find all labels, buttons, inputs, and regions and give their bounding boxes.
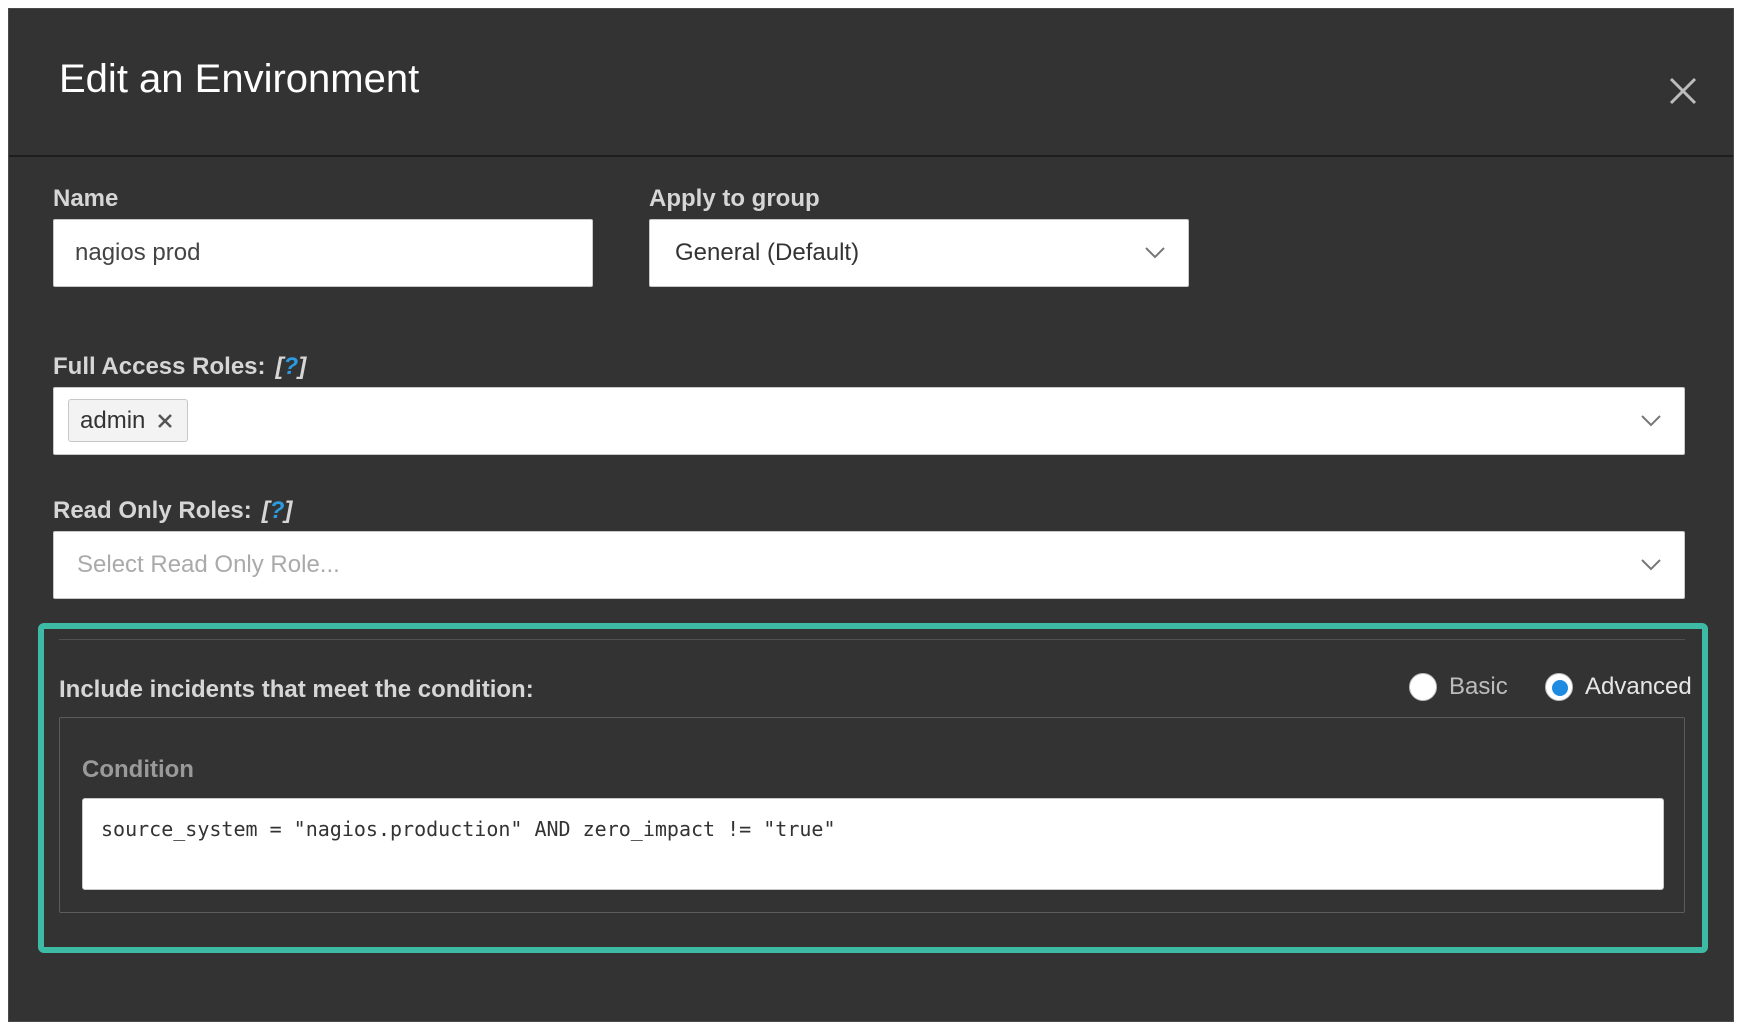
- group-select-value: General (Default): [675, 239, 860, 266]
- condition-text: source_system = "nagios.production" AND …: [101, 817, 836, 841]
- read-only-roles-label-text: Read Only Roles:: [53, 497, 252, 524]
- read-only-roles-label: Read Only Roles: [?]: [53, 497, 292, 525]
- help-question-mark: ?: [283, 353, 299, 380]
- help-bracket-open: [: [261, 497, 270, 524]
- radio-basic-circle[interactable]: [1409, 673, 1437, 701]
- modal-title: Edit an Environment: [59, 57, 420, 101]
- close-icon: [1669, 77, 1697, 105]
- chevron-down-icon: [1641, 559, 1661, 571]
- radio-basic[interactable]: Basic: [1409, 673, 1508, 701]
- group-select[interactable]: General (Default): [649, 219, 1189, 287]
- name-label: Name: [53, 185, 119, 212]
- name-input-value: nagios prod: [75, 239, 201, 266]
- condition-label: Condition: [82, 756, 194, 783]
- radio-basic-label: Basic: [1449, 673, 1508, 700]
- help-bracket-close: ]: [298, 353, 307, 380]
- role-tag: admin: [68, 399, 189, 442]
- name-input[interactable]: nagios prod: [53, 219, 593, 287]
- condition-textarea[interactable]: source_system = "nagios.production" AND …: [82, 798, 1664, 890]
- radio-advanced-label: Advanced: [1585, 673, 1692, 700]
- section-divider: [59, 639, 1685, 640]
- edit-environment-modal: Edit an Environment Name nagios prod App…: [8, 8, 1734, 1022]
- radio-advanced-circle[interactable]: [1545, 673, 1573, 701]
- help-question-mark: ?: [269, 497, 285, 524]
- condition-panel: Condition source_system = "nagios.produc…: [59, 717, 1685, 913]
- help-bracket-open: [: [275, 353, 284, 380]
- include-incidents-label: Include incidents that meet the conditio…: [59, 676, 534, 703]
- role-tag-label: admin: [80, 406, 146, 434]
- close-button[interactable]: [1663, 71, 1703, 111]
- full-access-roles-label-text: Full Access Roles:: [53, 353, 266, 380]
- help-bracket-close: ]: [284, 497, 293, 524]
- apply-to-group-label: Apply to group: [649, 185, 820, 212]
- chevron-down-icon: [1641, 415, 1661, 427]
- chevron-down-icon: [1145, 247, 1165, 259]
- full-access-roles-help[interactable]: [?]: [276, 353, 307, 380]
- radio-advanced[interactable]: Advanced: [1545, 673, 1692, 701]
- full-access-roles-label: Full Access Roles: [?]: [53, 353, 306, 381]
- full-access-roles-select[interactable]: admin: [53, 387, 1685, 455]
- read-only-roles-placeholder: Select Read Only Role...: [77, 551, 340, 578]
- remove-tag-icon[interactable]: [157, 413, 173, 429]
- modal-header: Edit an Environment: [9, 9, 1733, 157]
- read-only-roles-select[interactable]: Select Read Only Role...: [53, 531, 1685, 599]
- read-only-roles-help[interactable]: [?]: [262, 497, 293, 524]
